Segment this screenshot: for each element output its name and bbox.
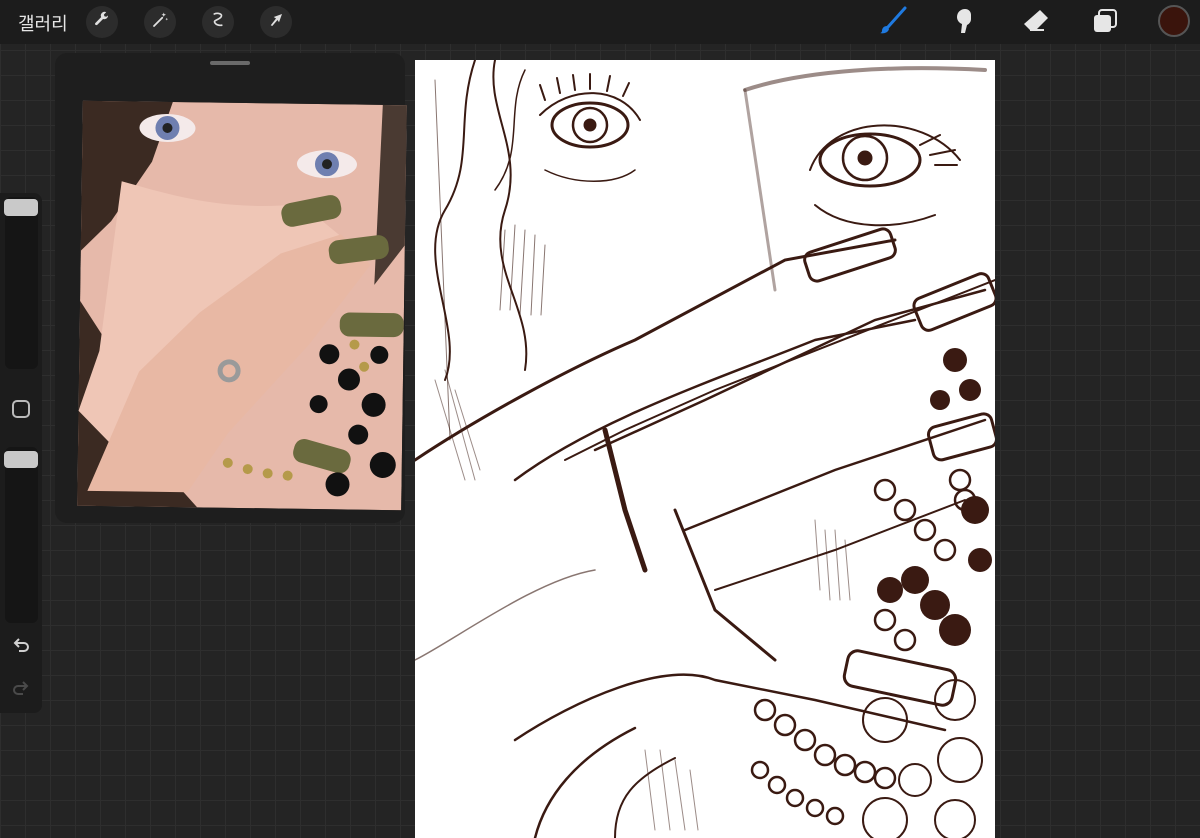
gallery-button[interactable]: 갤러리 [18,10,68,36]
transform-button[interactable] [260,6,292,38]
redo-icon[interactable] [9,677,33,701]
move-arrow-icon [267,11,285,34]
reference-drag-handle[interactable] [210,61,250,65]
brush-size-slider[interactable] [4,197,38,369]
undo-icon[interactable] [9,634,33,658]
eraser-button[interactable] [1019,6,1053,40]
layers-button[interactable] [1088,6,1122,40]
opacity-slider[interactable] [4,447,38,623]
opacity-thumb[interactable] [4,451,38,468]
brush-size-thumb[interactable] [4,199,38,216]
reference-photo [77,100,407,511]
top-toolbar: 갤러리 [0,0,1200,44]
brush-button[interactable] [876,6,910,40]
layers-icon [1091,7,1119,40]
drawing-canvas[interactable] [415,60,995,838]
reference-panel[interactable] [55,53,407,523]
smudge-button[interactable] [948,6,982,40]
eraser-icon [1022,7,1050,40]
smudge-icon [951,7,979,40]
magic-wand-icon [151,11,169,34]
actions-button[interactable] [86,6,118,38]
color-picker-button[interactable] [1158,5,1190,37]
selection-button[interactable] [202,6,234,38]
selection-icon [209,11,227,34]
modify-square-icon[interactable] [12,400,30,418]
left-sidebar [0,193,42,713]
adjustments-button[interactable] [144,6,176,38]
wrench-icon [93,11,111,34]
brush-icon [878,6,908,41]
